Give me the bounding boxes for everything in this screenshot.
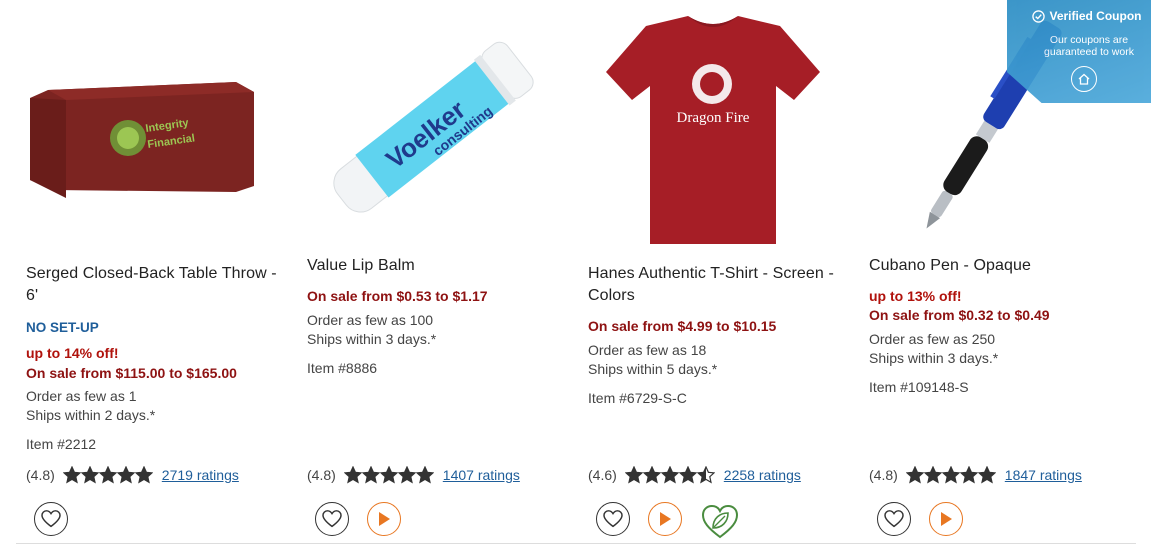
rating-row: (4.8) 2719 ratings (26, 465, 239, 485)
heart-icon (322, 510, 342, 528)
product-actions (596, 502, 740, 542)
no-setup-badge: NO SET-UP (26, 320, 99, 335)
eco-friendly-badge[interactable] (700, 502, 740, 542)
item-number: Item #109148-S (869, 379, 969, 395)
order-minimum: Order as few as 18 (588, 342, 707, 358)
product-card-lip-balm: Voelker consulting Value Lip Balm On sal… (307, 0, 577, 545)
rating-row: (4.6) 2258 ratings (588, 465, 801, 485)
coupon-header: Verified Coupon (1023, 9, 1151, 23)
ship-time: Ships within 3 days.* (307, 331, 437, 347)
video-play-button[interactable] (929, 502, 963, 536)
verified-coupon-badge[interactable]: Verified Coupon Our coupons are guarante… (1007, 0, 1151, 103)
star-icon (642, 466, 661, 484)
order-minimum: Order as few as 250 (869, 331, 996, 347)
ship-time: Ships within 3 days.* (869, 350, 999, 366)
sale-price: On sale from $0.53 to $1.17 (307, 288, 488, 304)
ratings-link[interactable]: 1407 ratings (443, 467, 520, 483)
star-rating (905, 466, 996, 484)
row-divider (16, 543, 1136, 544)
product-actions (877, 502, 963, 536)
star-icon (379, 466, 398, 484)
star-icon (361, 466, 380, 484)
star-icon (624, 466, 643, 484)
star-icon (923, 466, 942, 484)
home-icon[interactable] (1071, 66, 1097, 92)
order-minimum: Order as few as 100 (307, 312, 434, 328)
video-play-button[interactable] (648, 502, 682, 536)
favorite-button[interactable] (596, 502, 630, 536)
star-icon (134, 466, 153, 484)
star-icon (977, 466, 996, 484)
star-icon (905, 466, 924, 484)
t-shirt-logo-text: Dragon Fire (677, 110, 750, 126)
play-icon (660, 512, 671, 526)
star-rating (624, 466, 715, 484)
rating-score: (4.8) (869, 467, 898, 483)
heart-icon (41, 510, 61, 528)
product-image-lip-balm[interactable]: Voelker consulting (307, 8, 557, 248)
check-circle-icon (1032, 9, 1046, 23)
favorite-button[interactable] (877, 502, 911, 536)
product-image-table-throw[interactable]: Integrity Financial (26, 8, 276, 248)
star-icon (678, 466, 697, 484)
star-icon (62, 466, 81, 484)
sale-price: On sale from $115.00 to $165.00 (26, 365, 237, 381)
order-minimum: Order as few as 1 (26, 388, 137, 404)
star-rating (62, 466, 153, 484)
discount-text: up to 13% off! (869, 288, 962, 304)
product-title[interactable]: Serged Closed-Back Table Throw - 6' (26, 263, 286, 307)
star-icon (116, 466, 135, 484)
product-card-t-shirt: Dragon Fire Hanes Authentic T-Shirt - Sc… (588, 0, 858, 545)
ratings-link[interactable]: 2258 ratings (724, 467, 801, 483)
item-number: Item #8886 (307, 360, 378, 376)
star-icon (696, 466, 715, 484)
product-card-table-throw: Integrity Financial Serged Closed-Back T… (26, 0, 296, 545)
coupon-title: Verified Coupon (1049, 9, 1142, 23)
product-title[interactable]: Cubano Pen - Opaque (869, 255, 1129, 277)
ratings-link[interactable]: 1847 ratings (1005, 467, 1082, 483)
item-number: Item #2212 (26, 436, 97, 452)
leaf-heart-icon (701, 504, 739, 539)
ratings-link[interactable]: 2719 ratings (162, 467, 239, 483)
play-icon (941, 512, 952, 526)
sale-price: On sale from $0.32 to $0.49 (869, 307, 1050, 323)
rating-score: (4.8) (26, 467, 55, 483)
rating-row: (4.8) 1847 ratings (869, 465, 1082, 485)
heart-icon (603, 510, 623, 528)
product-image-t-shirt[interactable]: Dragon Fire (588, 8, 838, 248)
star-rating (343, 466, 434, 484)
rating-row: (4.8) 1407 ratings (307, 465, 520, 485)
star-icon (397, 466, 416, 484)
video-play-button[interactable] (367, 502, 401, 536)
ship-time: Ships within 2 days.* (26, 407, 156, 423)
item-number: Item #6729-S-C (588, 390, 687, 406)
product-actions (315, 502, 401, 536)
star-icon (415, 466, 434, 484)
rating-score: (4.8) (307, 467, 336, 483)
star-icon (959, 466, 978, 484)
sale-price: On sale from $4.99 to $10.15 (588, 318, 777, 334)
product-title[interactable]: Value Lip Balm (307, 255, 567, 277)
star-icon (941, 466, 960, 484)
heart-icon (884, 510, 904, 528)
star-icon (80, 466, 99, 484)
coupon-subtitle: Our coupons are guaranteed to work (1044, 34, 1134, 58)
discount-text: up to 14% off! (26, 345, 119, 361)
product-title[interactable]: Hanes Authentic T-Shirt - Screen - Color… (588, 263, 848, 307)
play-icon (379, 512, 390, 526)
star-icon (98, 466, 117, 484)
rating-score: (4.6) (588, 467, 617, 483)
star-icon (343, 466, 362, 484)
product-grid: Integrity Financial Serged Closed-Back T… (0, 0, 1151, 545)
favorite-button[interactable] (34, 502, 68, 536)
favorite-button[interactable] (315, 502, 349, 536)
ship-time: Ships within 5 days.* (588, 361, 718, 377)
product-actions (34, 502, 68, 536)
star-icon (660, 466, 679, 484)
